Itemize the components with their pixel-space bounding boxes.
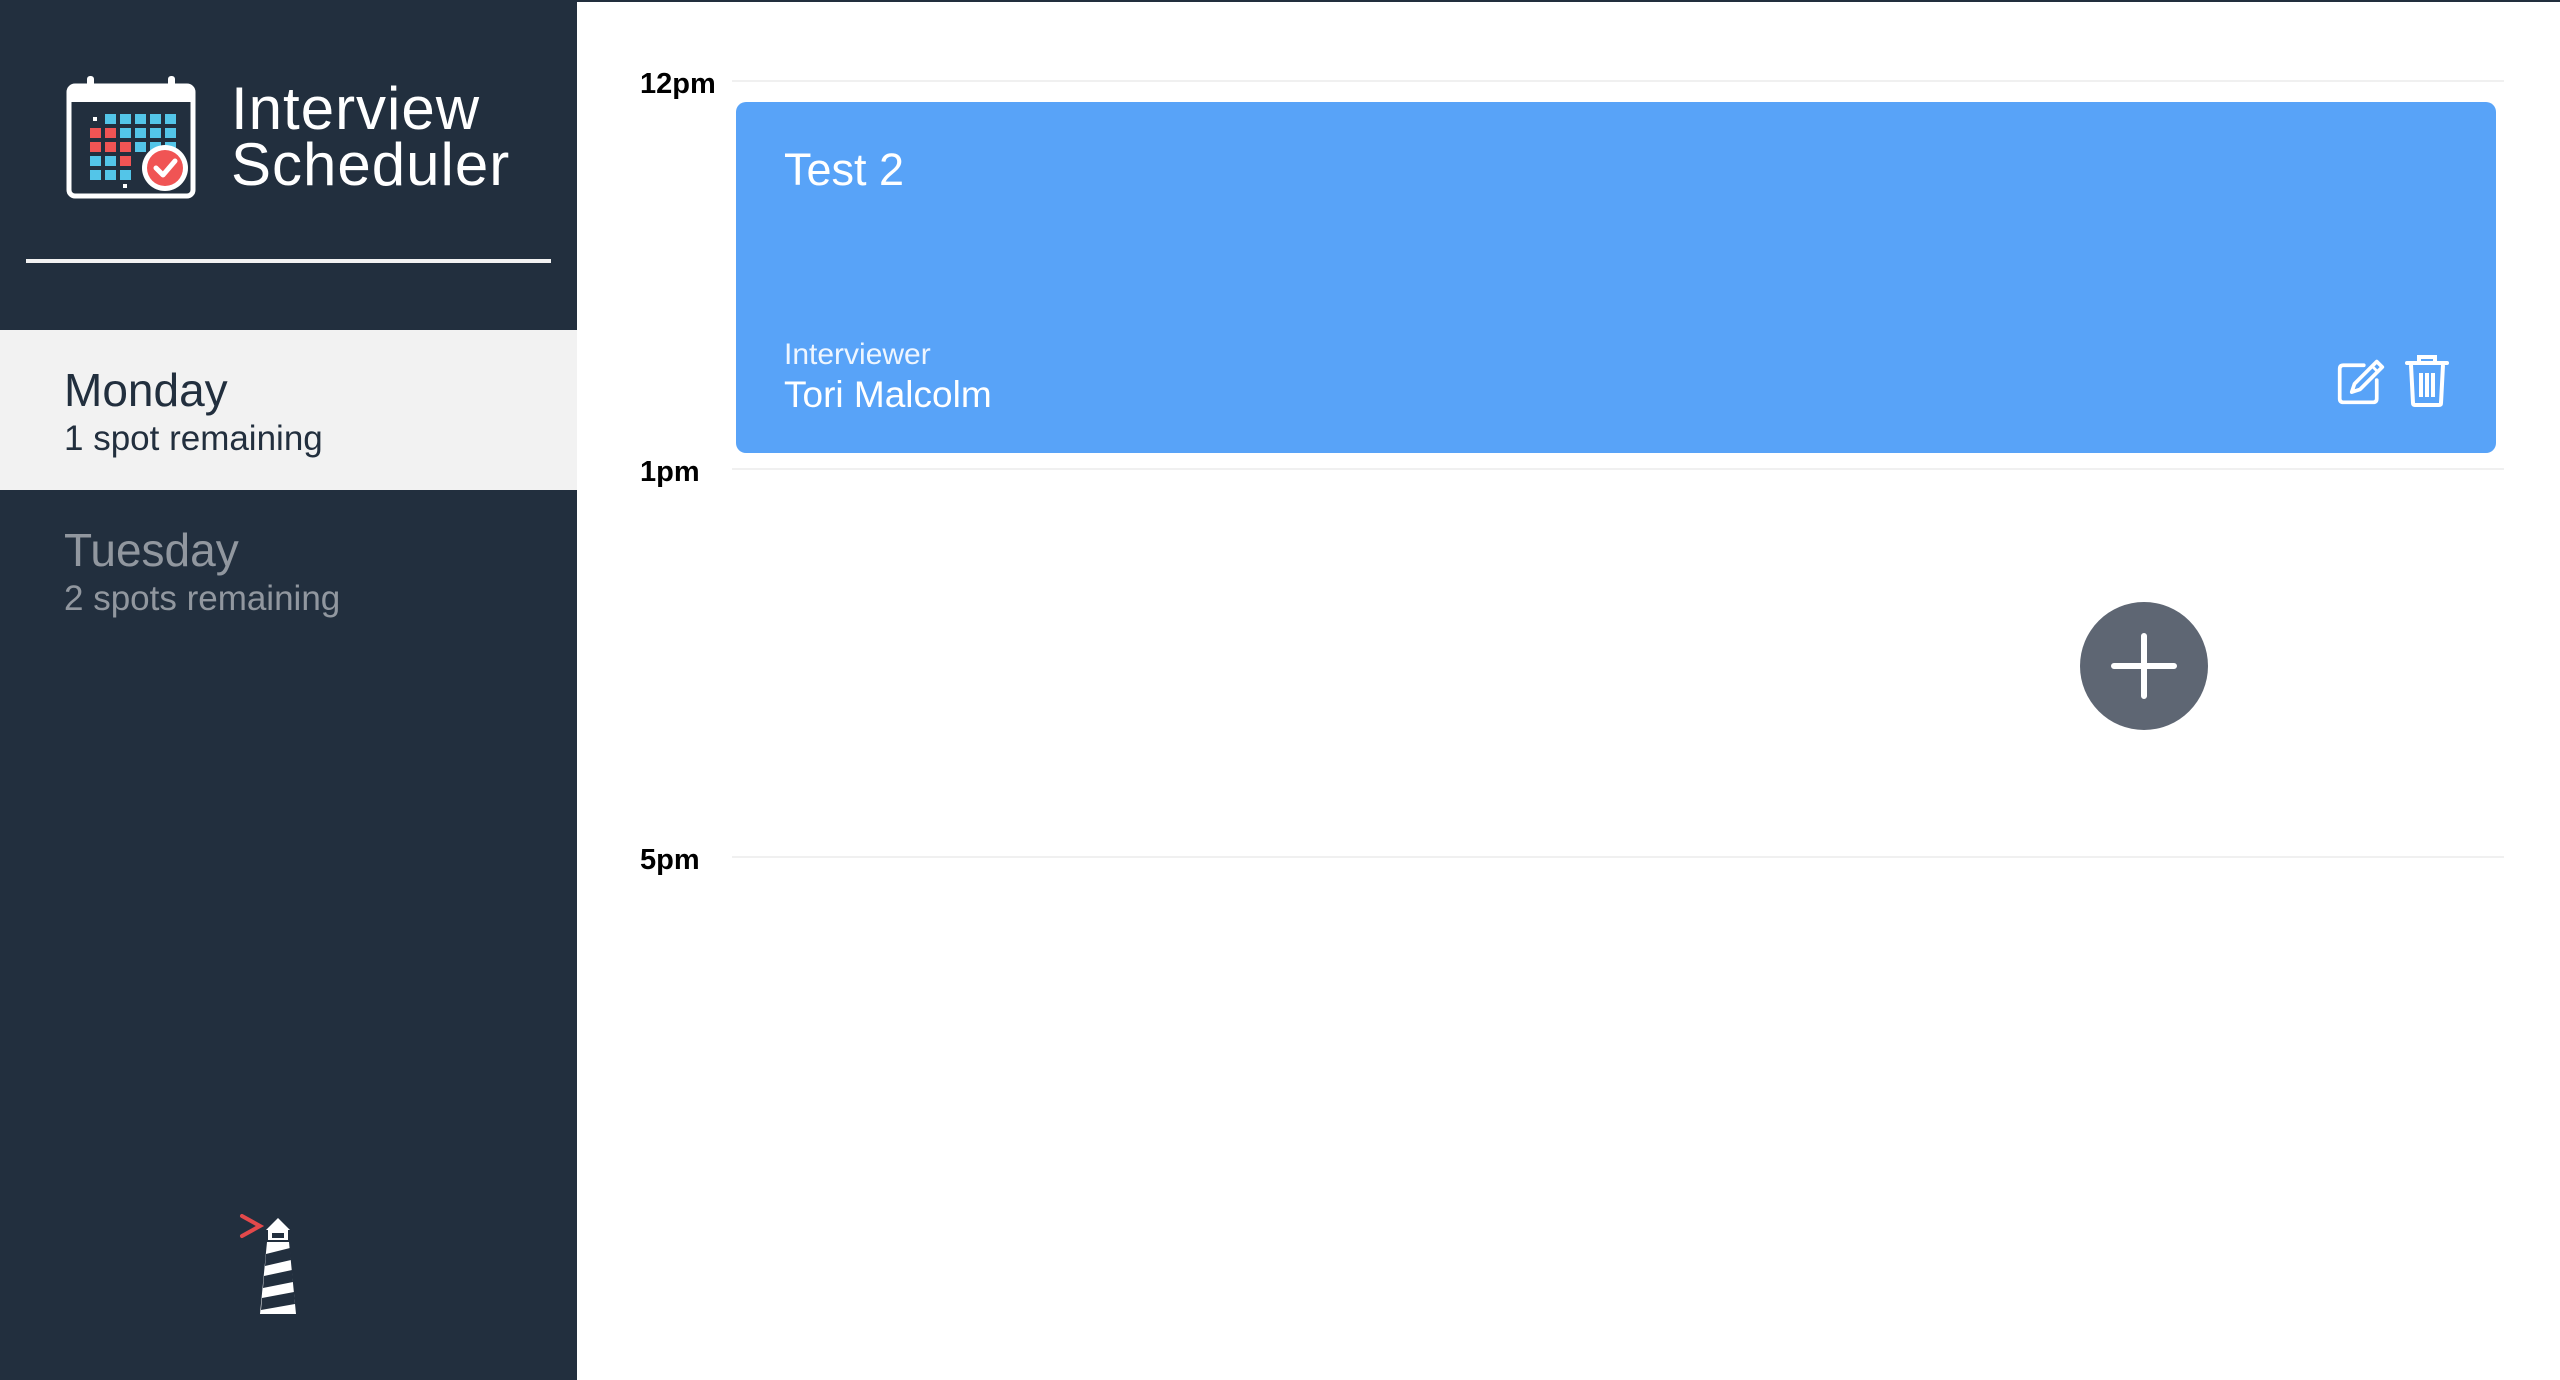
day-list: Monday 1 spot remaining Tuesday 2 spots … xyxy=(0,330,577,650)
day-spots-remaining: 1 spot remaining xyxy=(64,419,323,458)
add-appointment-button[interactable] xyxy=(2080,602,2208,730)
day-name: Monday xyxy=(64,364,228,416)
schedule: 12pm Test 2 Interviewer Tori Malcolm 1pm… xyxy=(577,0,2560,1380)
app-title-line2: Scheduler xyxy=(231,131,511,198)
slot-time-5pm: 5pm xyxy=(640,844,700,876)
appointment-actions xyxy=(2336,355,2452,407)
app-title-line1: Interview xyxy=(231,75,481,142)
sidebar: Interview Scheduler Monday 1 spot remain… xyxy=(0,0,577,1380)
brand: Interview Scheduler xyxy=(65,72,535,202)
edit-icon xyxy=(2337,359,2385,405)
appointment-card: Test 2 Interviewer Tori Malcolm xyxy=(736,102,2496,453)
interviewer-name: Tori Malcolm xyxy=(784,374,992,415)
day-spots-remaining: 2 spots remaining xyxy=(64,579,341,618)
slot-divider xyxy=(732,80,2504,82)
delete-button[interactable] xyxy=(2402,355,2452,407)
lighthouse-icon xyxy=(240,1214,296,1314)
slot-time-12pm: 12pm xyxy=(640,68,716,100)
appointment-student-name: Test 2 xyxy=(784,144,905,195)
calendar-check-icon xyxy=(66,76,196,199)
plus-icon xyxy=(2111,633,2177,699)
day-item-monday[interactable]: Monday 1 spot remaining xyxy=(0,330,577,490)
trash-icon xyxy=(2405,355,2449,407)
app-title: Interview Scheduler xyxy=(231,75,511,198)
slot-time-1pm: 1pm xyxy=(640,456,700,488)
sidebar-divider xyxy=(26,259,551,263)
day-item-tuesday[interactable]: Tuesday 2 spots remaining xyxy=(0,490,577,650)
day-name: Tuesday xyxy=(64,524,239,576)
edit-button[interactable] xyxy=(2336,356,2386,406)
slot-divider xyxy=(732,856,2504,858)
interviewer-label: Interviewer xyxy=(784,338,931,371)
slot-divider xyxy=(732,468,2504,470)
